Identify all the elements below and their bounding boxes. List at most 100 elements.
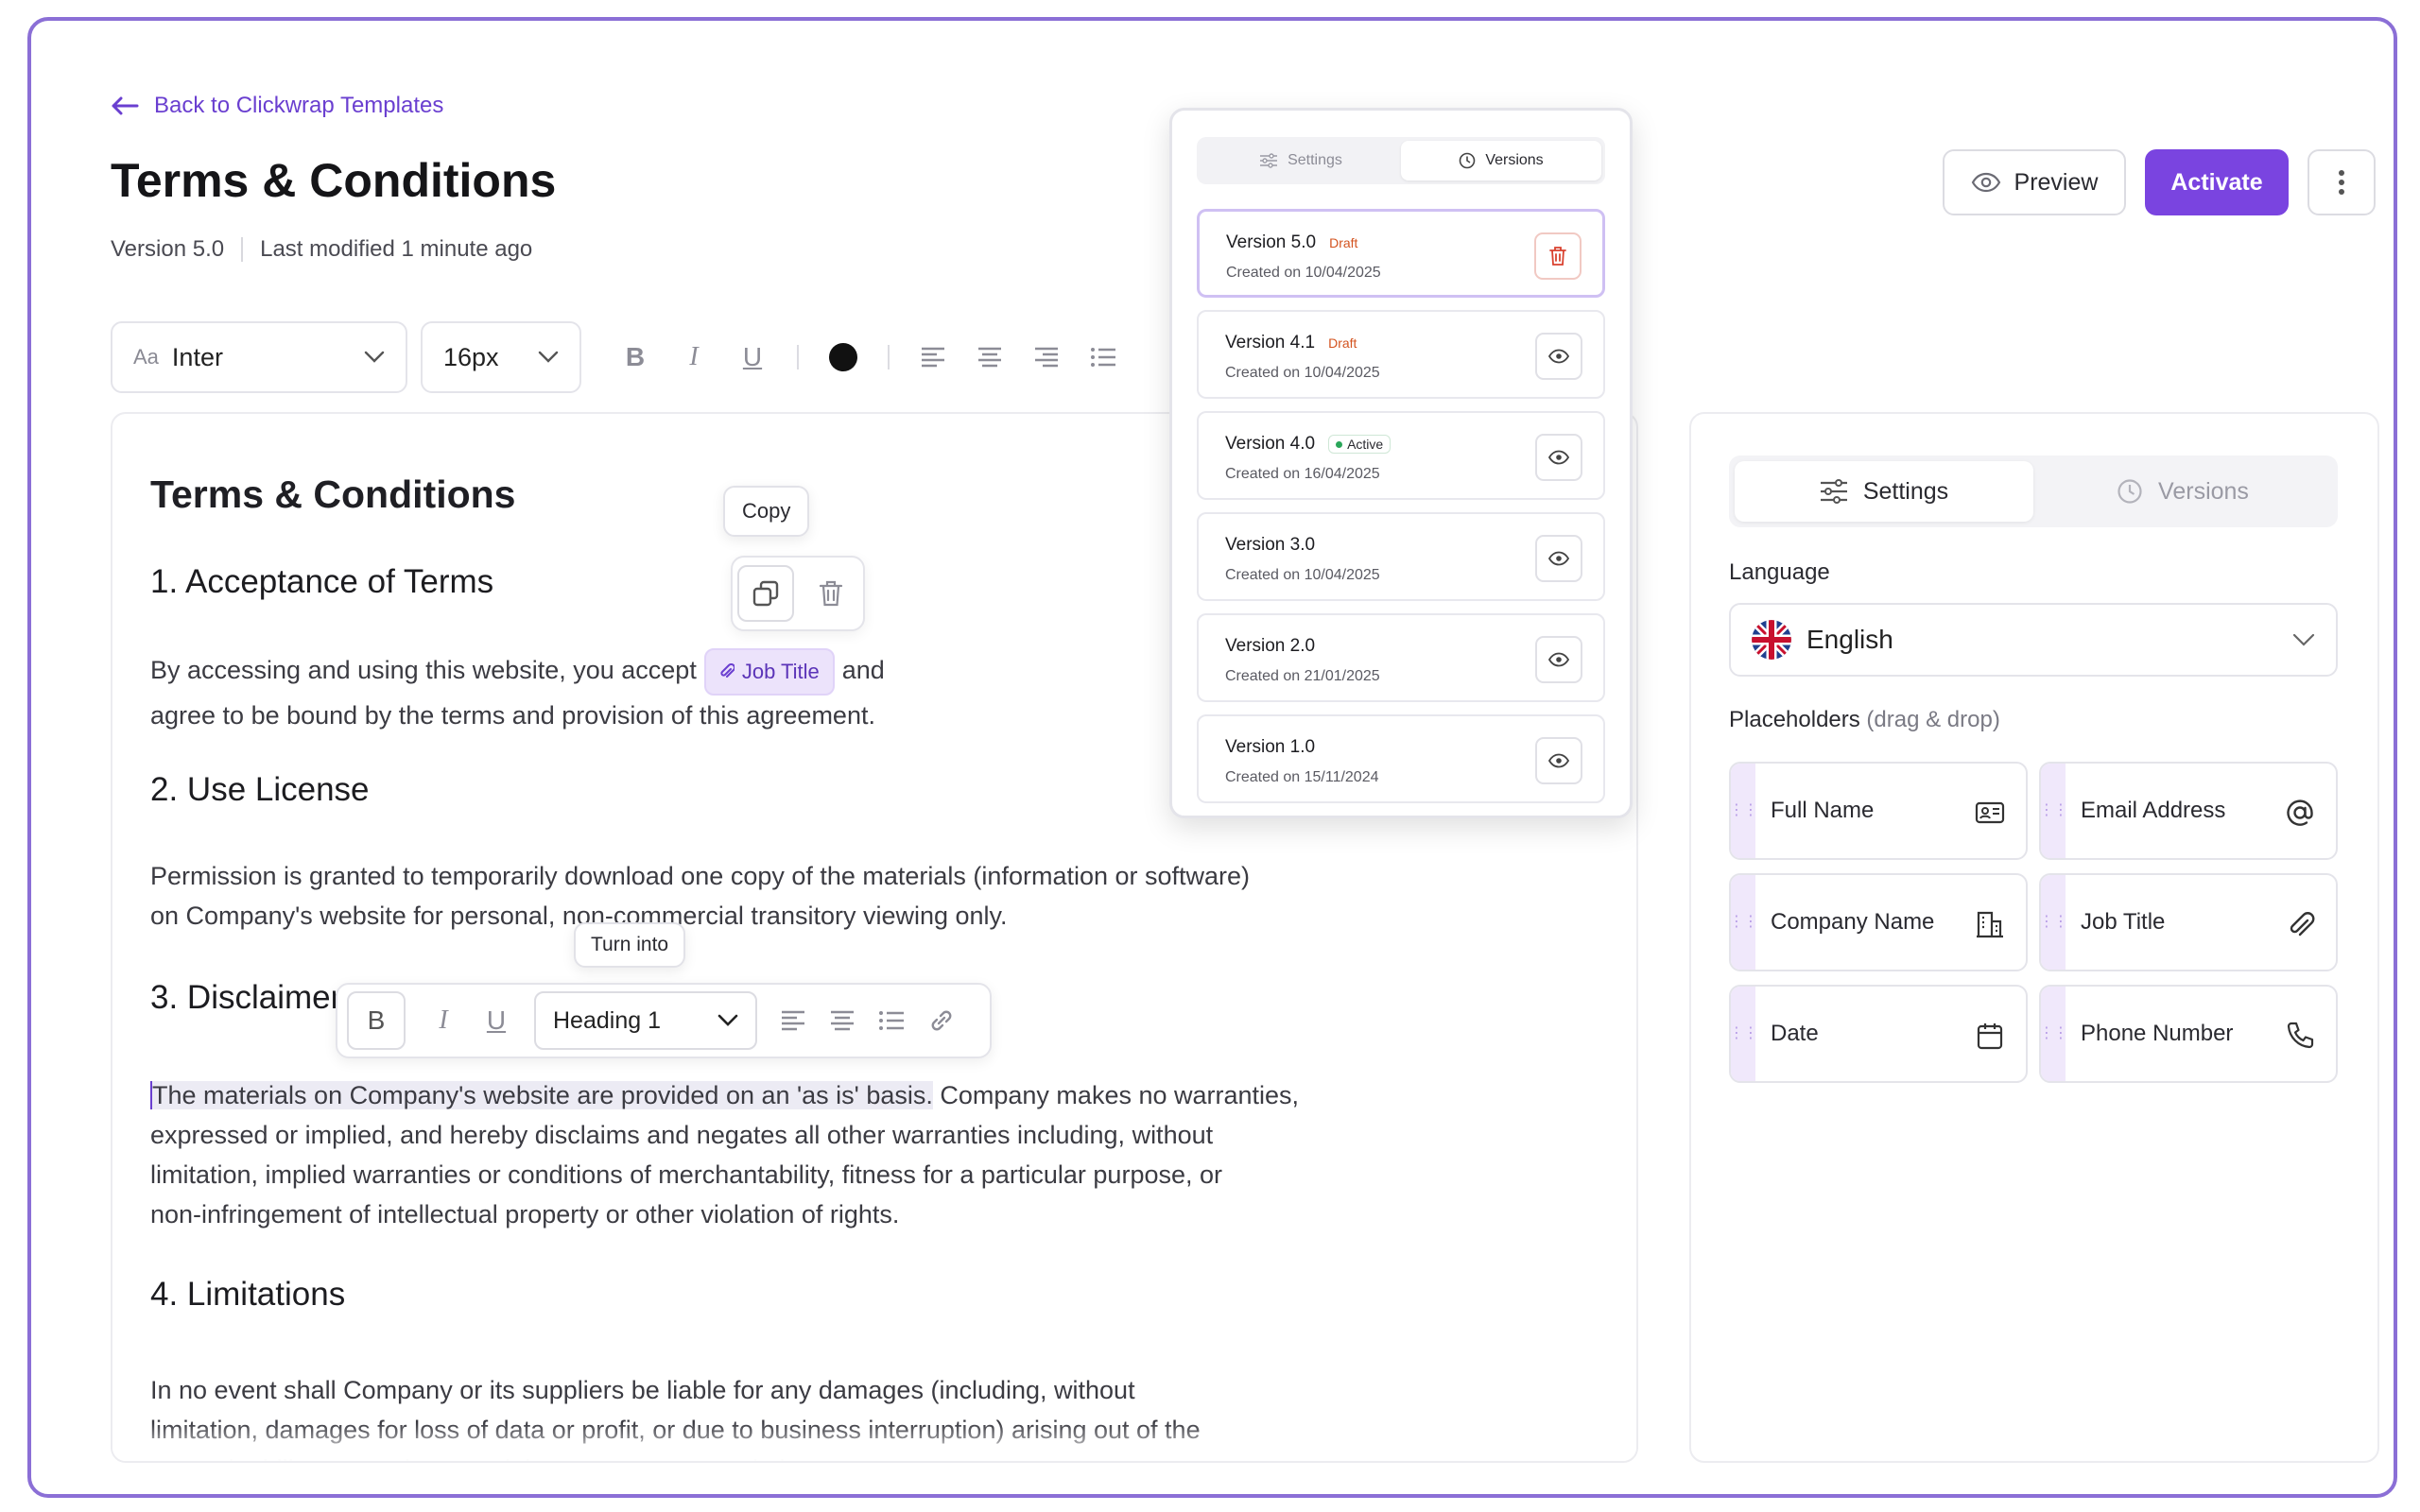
preview-button[interactable]: Preview xyxy=(1943,149,2126,215)
section-paragraph: The materials on Company's website are p… xyxy=(150,1075,1408,1234)
chevron-down-icon xyxy=(2292,633,2315,646)
block-type-select[interactable]: Heading 1 xyxy=(534,991,757,1050)
paragraph-text: expressed or implied, and hereby disclai… xyxy=(150,1121,1214,1149)
drag-handle-icon[interactable]: ⋮⋮ xyxy=(1731,875,1758,970)
drag-handle-icon[interactable]: ⋮⋮ xyxy=(2041,987,2068,1081)
section-heading: 4. Limitations xyxy=(150,1276,346,1313)
delete-block-button[interactable] xyxy=(803,565,859,622)
version-item[interactable]: Version 1.0 Created on 15/11/2024 xyxy=(1197,714,1605,803)
tab-versions[interactable]: Versions xyxy=(2033,461,2332,522)
placeholders-title: Placeholders xyxy=(1729,707,1860,732)
align-left-icon[interactable] xyxy=(780,1009,806,1032)
align-center-icon[interactable] xyxy=(977,346,1003,369)
view-version-button[interactable] xyxy=(1535,333,1582,380)
placeholder-email-address[interactable]: ⋮⋮ Email Address xyxy=(2039,762,2338,860)
align-center-icon[interactable] xyxy=(829,1009,856,1032)
eye-icon xyxy=(1971,172,2000,193)
status-badge: Active xyxy=(1328,435,1392,454)
underline-button[interactable]: U xyxy=(481,1005,511,1036)
meta-divider xyxy=(241,237,244,262)
version-date: Created on 10/04/2025 xyxy=(1225,567,1380,583)
clock-icon xyxy=(1460,152,1476,169)
popover-tab-label: Versions xyxy=(1485,152,1544,168)
align-right-icon[interactable] xyxy=(1033,346,1060,369)
tab-label: Versions xyxy=(2158,477,2249,505)
section-heading: 1. Acceptance of Terms xyxy=(150,563,494,600)
view-version-button[interactable] xyxy=(1535,636,1582,683)
panel-tabs: Settings Versions xyxy=(1729,455,2338,527)
toolbar-divider xyxy=(797,345,799,369)
link-icon[interactable] xyxy=(927,1006,956,1035)
version-item[interactable]: Version 4.0 Active Created on 16/04/2025 xyxy=(1197,411,1605,500)
version-item[interactable]: Version 2.0 Created on 21/01/2025 xyxy=(1197,613,1605,702)
uk-flag-icon xyxy=(1752,620,1791,660)
last-modified: Last modified 1 minute ago xyxy=(260,236,533,262)
version-date: Created on 16/04/2025 xyxy=(1225,466,1380,482)
font-family-select[interactable]: Aa Inter xyxy=(111,321,407,393)
view-version-button[interactable] xyxy=(1535,434,1582,481)
more-options-button[interactable] xyxy=(2308,149,2376,215)
align-left-icon[interactable] xyxy=(920,346,946,369)
version-date: Created on 10/04/2025 xyxy=(1226,265,1381,281)
paragraph-text: Company makes no warranties, xyxy=(932,1081,1300,1109)
paragraph-text: and xyxy=(841,656,885,685)
version-name: Version 1.0 xyxy=(1225,737,1316,757)
font-family-value: Inter xyxy=(171,342,223,371)
floating-toolbar: B I U Heading 1 xyxy=(336,983,992,1058)
bold-button[interactable]: B xyxy=(347,991,406,1050)
toolbar-actions: B I U xyxy=(621,342,1116,371)
underline-icon[interactable]: U xyxy=(738,342,767,371)
language-label: Language xyxy=(1729,559,1830,585)
version-item[interactable]: Version 5.0 Draft Created on 10/04/2025 xyxy=(1197,209,1605,298)
building-icon xyxy=(1977,911,2003,938)
sliders-icon xyxy=(1260,153,1278,168)
version-item[interactable]: Version 4.1 Draft Created on 10/04/2025 xyxy=(1197,310,1605,399)
font-size-select[interactable]: 16px xyxy=(421,321,581,393)
paragraph-text: In no event shall Company or its supplie… xyxy=(150,1376,1135,1404)
paragraph-text: limitation, implied warranties or condit… xyxy=(150,1160,1222,1189)
placeholder-job-title[interactable]: ⋮⋮ Job Title xyxy=(2039,873,2338,971)
version-date: Created on 15/11/2024 xyxy=(1225,769,1379,785)
chevron-down-icon xyxy=(717,1014,738,1026)
bold-icon[interactable]: B xyxy=(621,342,649,371)
status-badge-label: Active xyxy=(1347,437,1384,452)
settings-panel: Settings Versions Language English Place… xyxy=(1689,412,2379,1463)
placeholder-date[interactable]: ⋮⋮ Date xyxy=(1729,985,2028,1083)
bullet-list-icon[interactable] xyxy=(878,1009,905,1032)
placeholder-phone-number[interactable]: ⋮⋮ Phone Number xyxy=(2039,985,2338,1083)
sliders-icon xyxy=(1820,479,1847,504)
delete-version-button[interactable] xyxy=(1534,232,1582,280)
turn-into-tooltip: Turn into xyxy=(574,922,686,968)
paperclip-icon xyxy=(720,663,735,678)
language-select[interactable]: English xyxy=(1729,603,2338,677)
version-item[interactable]: Version 3.0 Created on 10/04/2025 xyxy=(1197,512,1605,601)
popover-tab-label: Settings xyxy=(1288,152,1342,168)
scroll-fade xyxy=(112,1423,1636,1461)
block-type-value: Heading 1 xyxy=(553,1006,661,1034)
view-version-button[interactable] xyxy=(1535,535,1582,582)
drag-handle-icon[interactable]: ⋮⋮ xyxy=(1731,987,1758,1081)
copy-block-button[interactable] xyxy=(736,565,794,622)
back-link[interactable]: Back to Clickwrap Templates xyxy=(111,93,443,119)
popover-tab-versions[interactable]: Versions xyxy=(1401,141,1601,180)
drag-handle-icon[interactable]: ⋮⋮ xyxy=(2041,875,2068,970)
italic-button[interactable]: I xyxy=(428,1005,458,1036)
placeholder-chip-job-title[interactable]: Job Title xyxy=(703,648,835,696)
placeholder-company-name[interactable]: ⋮⋮ Company Name xyxy=(1729,873,2028,971)
drag-handle-icon[interactable]: ⋮⋮ xyxy=(2041,764,2068,858)
italic-icon[interactable]: I xyxy=(680,342,708,371)
section-heading: 2. Use License xyxy=(150,771,370,808)
popover-tab-settings[interactable]: Settings xyxy=(1201,141,1401,180)
bullet-list-icon[interactable] xyxy=(1090,346,1116,369)
text-color-swatch[interactable] xyxy=(829,343,857,371)
placeholder-full-name[interactable]: ⋮⋮ Full Name xyxy=(1729,762,2028,860)
view-version-button[interactable] xyxy=(1535,737,1582,784)
activate-button[interactable]: Activate xyxy=(2145,149,2289,215)
placeholder-label: Job Title xyxy=(2081,909,2166,935)
preview-label: Preview xyxy=(2014,168,2099,196)
selected-text[interactable]: The materials on Company's website are p… xyxy=(150,1081,933,1109)
tab-settings[interactable]: Settings xyxy=(1735,461,2033,522)
drag-handle-icon[interactable]: ⋮⋮ xyxy=(1731,764,1758,858)
tab-label: Settings xyxy=(1862,477,1949,505)
eye-icon xyxy=(1548,349,1569,364)
